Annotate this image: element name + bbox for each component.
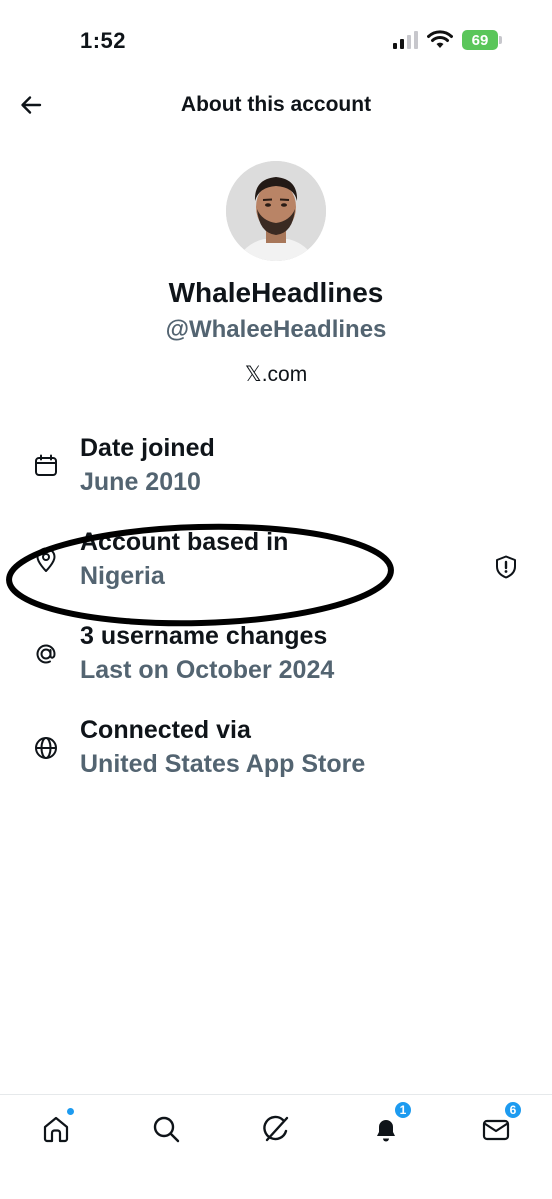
avatar-image (226, 161, 326, 261)
nav-grok[interactable] (256, 1109, 296, 1149)
info-value: June 2010 (80, 468, 201, 496)
nav-messages[interactable]: 6 (476, 1101, 522, 1149)
page-title: About this account (180, 93, 372, 116)
status-bar: 1:52 69 (0, 0, 552, 80)
nav-search[interactable] (146, 1109, 186, 1149)
info-row-connected-via: Connected via United States App Store (0, 714, 552, 794)
messages-badge: 6 (504, 1101, 522, 1119)
grok-icon (263, 1115, 289, 1142)
info-text: 3 username changes Last on October 2024 (80, 620, 334, 688)
shield-icon (496, 555, 516, 579)
nav-home[interactable] (36, 1108, 76, 1149)
info-label: Date joined (80, 434, 215, 462)
notifications-badge: 1 (394, 1101, 412, 1119)
info-text: Date joined June 2010 (80, 432, 215, 500)
mail-icon (482, 1119, 510, 1141)
shield-button[interactable] (490, 551, 522, 583)
signal-icon (393, 31, 418, 49)
info-row-date-joined: Date joined June 2010 (0, 432, 552, 512)
globe-icon (30, 732, 62, 764)
highlight-ellipse (6, 523, 394, 627)
nav-notifications[interactable]: 1 (366, 1101, 412, 1149)
wifi-icon (427, 30, 453, 48)
info-value: United States App Store (80, 750, 366, 778)
status-icons: 69 (393, 30, 502, 50)
info-label: Connected via (80, 716, 251, 744)
header: About this account (0, 80, 552, 134)
home-dot (67, 1108, 74, 1115)
profile-name: WhaleHeadlines (168, 277, 384, 308)
profile-link[interactable]: 𝕏.com (0, 362, 552, 387)
info-text: Connected via United States App Store (80, 714, 365, 782)
status-time: 1:52 (80, 28, 127, 53)
home-icon (43, 1116, 69, 1143)
bottom-nav: 1 6 (0, 1094, 552, 1199)
info-value: Last on October 2024 (80, 656, 335, 684)
info-row-username-changes: 3 username changes Last on October 2024 (0, 620, 552, 700)
search-icon (153, 1116, 180, 1143)
battery-icon: 69 (462, 30, 502, 50)
battery-level: 69 (462, 30, 498, 50)
bell-icon (377, 1120, 395, 1142)
profile-handle: @WhaleeHeadlines (165, 316, 387, 343)
at-sign-icon (30, 638, 62, 670)
avatar[interactable] (226, 161, 326, 261)
calendar-icon (30, 450, 62, 482)
